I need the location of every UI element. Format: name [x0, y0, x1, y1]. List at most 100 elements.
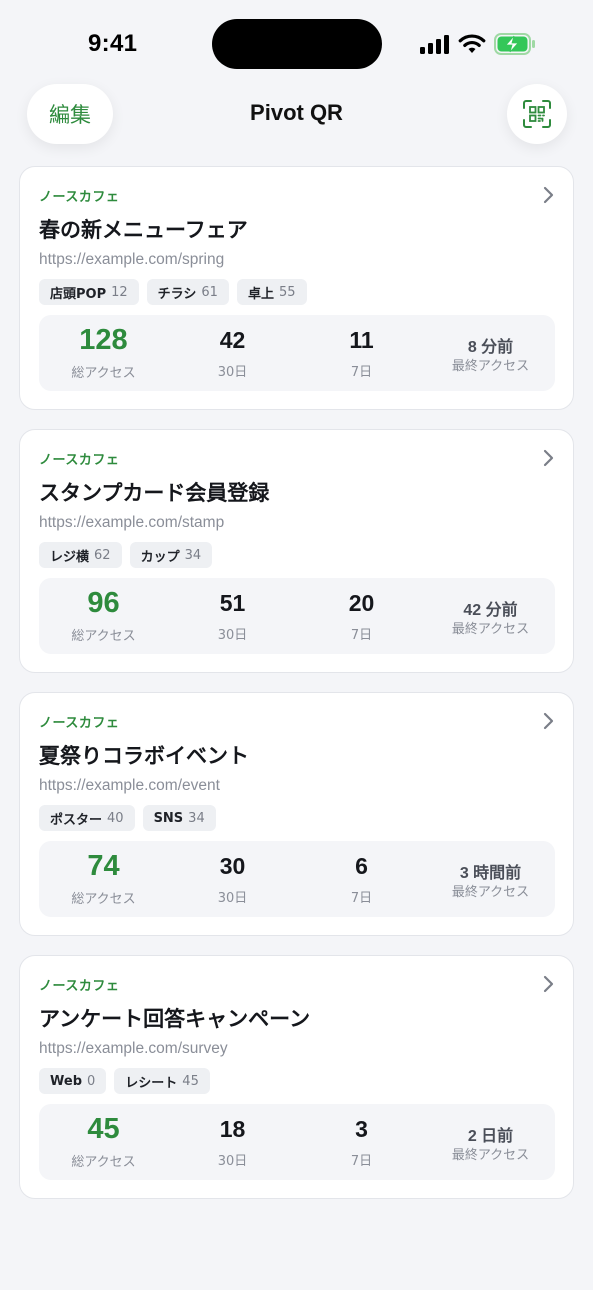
stat-last-access-label: 最終アクセス — [451, 885, 530, 900]
qr-card[interactable]: ノースカフェ 夏祭りコラボイベント https://example.com/ev… — [19, 692, 574, 936]
stat-total: 74 総アクセス — [39, 841, 168, 917]
cellular-signal-icon — [420, 35, 449, 54]
tag-name: レジ横 — [50, 549, 90, 565]
tag-name: 卓上 — [247, 286, 274, 302]
page-title: Pivot QR — [250, 100, 343, 125]
card-owner: ノースカフェ — [39, 716, 120, 731]
status-icons — [420, 32, 536, 56]
card-title: アンケート回答キャンペーン — [39, 1007, 311, 1031]
tag: 卓上 55 — [236, 279, 307, 305]
qr-card[interactable]: ノースカフェ スタンプカード会員登録 https://example.com/s… — [19, 429, 574, 673]
battery-charging-icon — [494, 33, 535, 55]
stat-7d-label: 7日 — [350, 628, 373, 643]
card-owner: ノースカフェ — [39, 979, 120, 994]
stat-30d-value: 30 — [219, 853, 246, 879]
stat-30d-label: 30日 — [217, 1154, 248, 1169]
stat-last-access-value: 3 時間前 — [459, 865, 522, 882]
stat-total-label: 総アクセス — [71, 892, 136, 907]
tag-list: Web 0 レシート 45 — [39, 1068, 210, 1094]
stat-7d: 6 7日 — [297, 841, 426, 917]
stat-30d-label: 30日 — [217, 628, 248, 643]
stat-total-value: 96 — [87, 587, 120, 619]
stat-total-value: 74 — [87, 850, 120, 882]
card-url: https://example.com/stamp — [39, 514, 225, 531]
stat-total-label: 総アクセス — [71, 1155, 136, 1170]
stats-panel: 45 総アクセス 18 30日 3 7日 2 日前 最終アクセス — [39, 1104, 555, 1180]
chevron-right-icon — [543, 449, 554, 467]
navigation-bar: 編集 Pivot QR — [0, 84, 593, 146]
stat-30d: 42 30日 — [168, 315, 297, 391]
card-url: https://example.com/event — [39, 777, 220, 794]
qr-card[interactable]: ノースカフェ アンケート回答キャンペーン https://example.com… — [19, 955, 574, 1199]
stat-30d-value: 18 — [219, 1116, 246, 1142]
card-title: 夏祭りコラボイベント — [39, 744, 249, 768]
stat-total: 45 総アクセス — [39, 1104, 168, 1180]
stats-panel: 96 総アクセス 51 30日 20 7日 42 分前 最終アクセス — [39, 578, 555, 654]
tag-count: 12 — [111, 284, 128, 300]
stat-7d-value: 3 — [355, 1116, 368, 1142]
tag: Web 0 — [39, 1068, 107, 1094]
card-title: スタンプカード会員登録 — [39, 481, 270, 505]
stat-last-access-label: 最終アクセス — [451, 622, 530, 637]
stat-total: 128 総アクセス — [39, 315, 168, 391]
qr-scan-button[interactable] — [507, 84, 567, 144]
qr-card[interactable]: ノースカフェ 春の新メニューフェア https://example.com/sp… — [19, 166, 574, 410]
tag-name: ポスター — [50, 812, 103, 828]
stats-panel: 74 総アクセス 30 30日 6 7日 3 時間前 最終アクセス — [39, 841, 555, 917]
stat-last-access-value: 42 分前 — [463, 602, 518, 619]
dynamic-island — [212, 19, 382, 69]
stat-last-access-label: 最終アクセス — [451, 1148, 530, 1163]
card-url: https://example.com/survey — [39, 1040, 228, 1057]
tag: カップ 34 — [129, 542, 213, 568]
stat-last-access: 42 分前 最終アクセス — [426, 578, 555, 654]
stat-7d-value: 20 — [348, 590, 375, 616]
stat-7d-label: 7日 — [350, 891, 373, 906]
stat-total: 96 総アクセス — [39, 578, 168, 654]
wifi-icon — [458, 34, 486, 53]
stat-7d: 3 7日 — [297, 1104, 426, 1180]
status-time: 9:41 — [88, 30, 138, 57]
stat-30d-label: 30日 — [217, 365, 248, 380]
stat-total-label: 総アクセス — [71, 629, 136, 644]
tag-count: 62 — [94, 547, 111, 563]
stat-last-access: 8 分前 最終アクセス — [426, 315, 555, 391]
tag-count: 40 — [107, 810, 124, 826]
stat-last-access-label: 最終アクセス — [451, 359, 530, 374]
tag: SNS 34 — [142, 805, 216, 831]
tag-name: Web — [50, 1073, 82, 1089]
tag-count: 45 — [182, 1073, 199, 1089]
stat-30d: 51 30日 — [168, 578, 297, 654]
status-bar: 9:41 — [0, 0, 593, 84]
tag-list: ポスター 40 SNS 34 — [39, 805, 216, 831]
stat-7d: 20 7日 — [297, 578, 426, 654]
stat-7d-value: 6 — [355, 853, 368, 879]
card-url: https://example.com/spring — [39, 251, 225, 268]
chevron-right-icon — [543, 975, 554, 993]
stat-total-value: 45 — [87, 1113, 120, 1145]
stat-7d-label: 7日 — [350, 1154, 373, 1169]
tag-count: 34 — [184, 547, 202, 563]
stat-30d: 30 30日 — [168, 841, 297, 917]
tag-count: 61 — [201, 284, 218, 300]
tag-count: 34 — [188, 810, 205, 826]
chevron-right-icon — [543, 186, 554, 204]
tag-name: レシート — [125, 1075, 178, 1091]
tag-list: レジ横 62 カップ 34 — [39, 542, 213, 568]
stat-30d-value: 51 — [219, 590, 246, 616]
tag-name: SNS — [153, 810, 184, 826]
chevron-right-icon — [543, 712, 554, 730]
tag-name: チラシ — [157, 286, 197, 302]
card-title: 春の新メニューフェア — [39, 218, 248, 242]
stat-total-label: 総アクセス — [71, 366, 136, 381]
stat-7d-value: 11 — [349, 327, 374, 353]
tag: ポスター 40 — [39, 805, 135, 831]
stat-30d-value: 42 — [219, 327, 246, 353]
tag-list: 店頭POP 12 チラシ 61 卓上 55 — [39, 279, 307, 305]
stat-last-access: 2 日前 最終アクセス — [426, 1104, 555, 1180]
tag-count: 0 — [87, 1073, 96, 1089]
tag: 店頭POP 12 — [39, 279, 139, 305]
stat-last-access-value: 2 日前 — [467, 1128, 514, 1145]
stats-panel: 128 総アクセス 42 30日 11 7日 8 分前 最終アクセス — [39, 315, 555, 391]
stat-7d-label: 7日 — [350, 365, 373, 380]
tag-name: カップ — [140, 549, 180, 565]
